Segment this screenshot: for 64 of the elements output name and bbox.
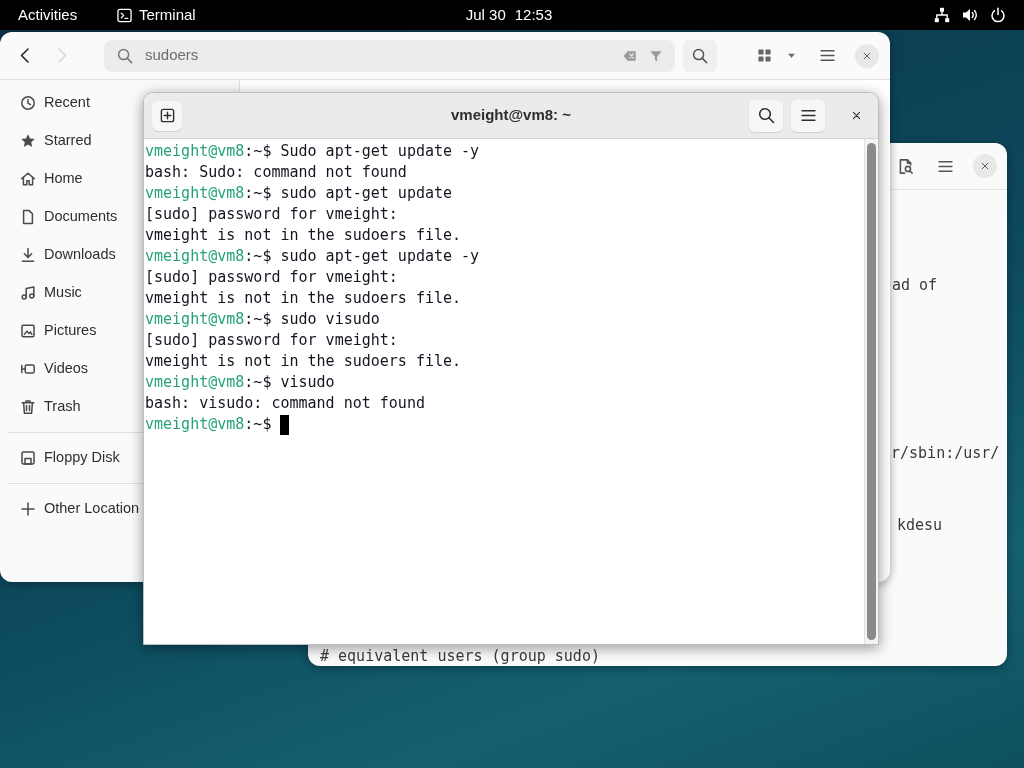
music-note-icon xyxy=(20,285,36,301)
sidebar-item[interactable]: Trash xyxy=(6,388,140,426)
code-text: ad of xyxy=(892,277,938,293)
output-line: bash: visudo: command not found xyxy=(145,393,425,414)
star-icon xyxy=(20,133,36,149)
search-icon xyxy=(692,47,708,64)
search-icon xyxy=(117,47,133,64)
search-button[interactable] xyxy=(683,39,717,72)
power-icon xyxy=(990,7,1006,23)
volume-icon xyxy=(962,7,978,23)
sidebar-item[interactable]: Other Location xyxy=(6,490,140,528)
code-text: # equivalent users (group sudo) xyxy=(320,648,600,664)
output-line: bash: Sudo: command not found xyxy=(145,162,407,183)
plus-square-icon xyxy=(159,108,175,123)
window-title: vmeight@vm8: ~ xyxy=(450,105,572,126)
picture-icon xyxy=(20,323,36,339)
sidebar-item[interactable]: Starred xyxy=(6,122,140,160)
output-line: vmeight is not in the sudoers file. xyxy=(145,288,462,309)
output-line: vmeight is not in the sudoers file. xyxy=(145,351,462,372)
output-line: vmeight is not in the sudoers file. xyxy=(145,225,462,246)
prompt-line: vmeight@vm8:~$ Sudo apt-get update -y xyxy=(145,141,480,162)
menu-icon xyxy=(818,47,836,64)
clear-icon xyxy=(622,48,638,63)
search-text: sudoers xyxy=(145,45,200,66)
terminal-icon xyxy=(117,7,132,23)
sidebar-item[interactable]: Videos xyxy=(6,350,140,388)
grid-icon xyxy=(756,48,772,63)
sidebar-item[interactable]: Pictures xyxy=(6,312,140,350)
sidebar-item[interactable]: Recent xyxy=(6,84,140,122)
clock-button[interactable]: Jul 30 12:53 xyxy=(455,2,563,28)
plus-icon xyxy=(20,501,36,517)
close-icon xyxy=(980,161,990,171)
new-tab-button[interactable] xyxy=(152,100,182,131)
sidebar-item[interactable]: Home xyxy=(6,160,140,198)
search-button[interactable] xyxy=(749,99,783,132)
prompt-line: vmeight@vm8:~$ sudo apt-get update -y xyxy=(145,246,480,267)
close-icon xyxy=(850,110,862,121)
network-icon xyxy=(934,7,950,23)
video-camera-icon xyxy=(20,361,36,377)
code-text: kdesu xyxy=(897,517,943,533)
clock-icon xyxy=(20,95,36,111)
output-line: [sudo] password for vmeight: xyxy=(145,204,398,225)
home-icon xyxy=(20,171,36,187)
sidebar-item[interactable]: Music xyxy=(6,274,140,312)
sidebar-item[interactable]: Floppy Disk xyxy=(6,439,140,477)
output-line: [sudo] password for vmeight: xyxy=(145,267,398,288)
prompt-line: vmeight@vm8:~$ visudo xyxy=(145,372,335,393)
scrollbar-thumb[interactable] xyxy=(867,143,876,640)
menu-icon xyxy=(799,107,817,124)
trash-icon xyxy=(20,399,36,415)
document-icon xyxy=(20,209,36,225)
output-line: [sudo] password for vmeight: xyxy=(145,330,398,351)
sidebar-item[interactable]: Documents xyxy=(6,198,140,236)
download-icon xyxy=(20,247,36,263)
prompt-line: vmeight@vm8:~$ xyxy=(145,414,272,435)
search-icon xyxy=(757,107,775,124)
prompt-line: vmeight@vm8:~$ sudo visudo xyxy=(145,309,380,330)
prompt-line: vmeight@vm8:~$ sudo apt-get update xyxy=(145,183,453,204)
menu-button[interactable] xyxy=(791,99,825,132)
code-text: r/sbin:/usr/ xyxy=(891,445,1000,461)
sidebar-item[interactable]: Downloads xyxy=(6,236,140,274)
close-icon xyxy=(862,50,872,61)
activities-button[interactable]: Activities xyxy=(8,2,100,28)
app-menu-button[interactable]: Terminal xyxy=(107,2,206,28)
